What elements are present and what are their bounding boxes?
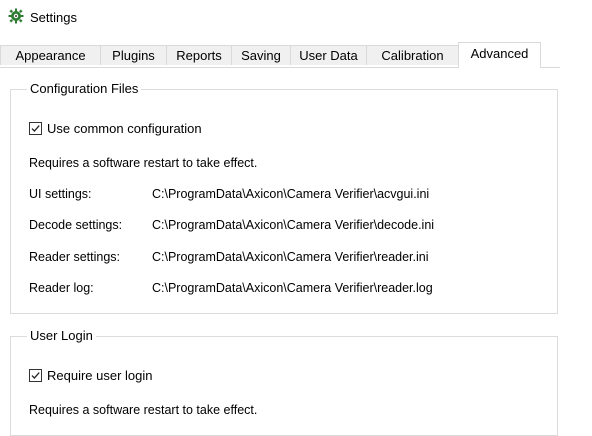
tab-plugins[interactable]: Plugins bbox=[100, 45, 167, 65]
tab-user-data[interactable]: User Data bbox=[290, 45, 367, 65]
require-user-login-label: Require user login bbox=[47, 368, 153, 383]
user-login-legend: User Login bbox=[27, 328, 96, 344]
reader-log-path: C:\ProgramData\Axicon\Camera Verifier\re… bbox=[152, 281, 433, 295]
configuration-files-legend: Configuration Files bbox=[27, 81, 142, 97]
checkmark-icon bbox=[31, 372, 40, 379]
ui-settings-path: C:\ProgramData\Axicon\Camera Verifier\ac… bbox=[152, 187, 430, 201]
title-bar: Settings bbox=[0, 0, 592, 36]
tab-reports[interactable]: Reports bbox=[166, 45, 232, 65]
use-common-configuration-label: Use common configuration bbox=[47, 121, 202, 136]
tab-saving[interactable]: Saving bbox=[231, 45, 291, 65]
tab-calibration[interactable]: Calibration bbox=[366, 45, 459, 65]
reader-settings-path: C:\ProgramData\Axicon\Camera Verifier\re… bbox=[152, 250, 429, 264]
restart-note: Requires a software restart to take effe… bbox=[29, 403, 258, 417]
tab-advanced[interactable]: Advanced bbox=[458, 42, 541, 68]
decode-settings-label: Decode settings: bbox=[29, 218, 123, 232]
checkmark-icon bbox=[31, 125, 40, 132]
tab-appearance[interactable]: Appearance bbox=[0, 45, 101, 65]
reader-settings-label: Reader settings: bbox=[29, 250, 121, 264]
user-login-group: User Login Require user login Requires a… bbox=[10, 328, 558, 436]
window-title: Settings bbox=[30, 10, 77, 25]
restart-note: Requires a software restart to take effe… bbox=[29, 156, 258, 170]
use-common-configuration-checkbox[interactable] bbox=[29, 122, 42, 135]
configuration-files-group: Configuration Files Use common configura… bbox=[10, 81, 558, 314]
require-user-login-checkbox[interactable] bbox=[29, 369, 42, 382]
reader-log-label: Reader log: bbox=[29, 281, 94, 295]
tab-strip: Appearance Plugins Reports Saving User D… bbox=[0, 42, 592, 68]
decode-settings-path: C:\ProgramData\Axicon\Camera Verifier\de… bbox=[152, 218, 435, 232]
ui-settings-label: UI settings: bbox=[29, 187, 92, 201]
gear-icon bbox=[8, 8, 24, 24]
